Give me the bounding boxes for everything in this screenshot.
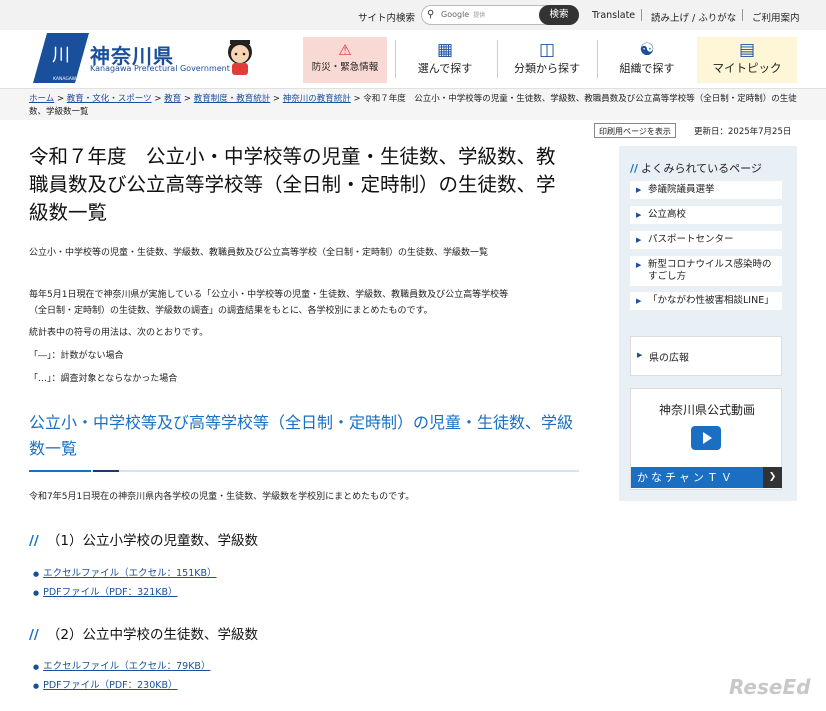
- breadcrumb-sep: >: [183, 94, 191, 104]
- video-channel-bar: かなチャンＴＶ: [631, 467, 763, 488]
- sidebar-item[interactable]: ▶ 公立高校: [630, 206, 782, 224]
- breadcrumb-link[interactable]: 神奈川の教育統計: [283, 94, 351, 104]
- intro-line-1: 毎年5月1日現在で神奈川県が実施している「公立小・中学校等の児童・生徒数、学級数…: [29, 290, 509, 300]
- breadcrumb-sep: >: [56, 94, 65, 104]
- download-link-excel[interactable]: ● エクセルファイル（エクセル：151KB）: [33, 565, 217, 579]
- download-link-pdf[interactable]: ● PDFファイル（PDF：230KB）: [33, 677, 178, 691]
- sidebar-item[interactable]: ▶ パスポートセンター: [630, 231, 782, 249]
- google-label: Google 提供: [441, 10, 486, 19]
- bullet-icon: ●: [33, 589, 40, 597]
- chevron-right-icon: ▶: [636, 211, 642, 219]
- site-search-label: サイト内検索: [358, 13, 416, 24]
- download-link-pdf[interactable]: ● PDFファイル（PDF：321KB）: [33, 584, 178, 598]
- chevron-right-icon: ▶: [636, 261, 642, 269]
- intro-line-2: （全日制・定時制）の生徒数、学級数の調査」の調査結果をもとに、各学校別にまとめた…: [29, 306, 433, 316]
- breadcrumb-sep: >: [353, 94, 361, 104]
- section-underline: [29, 470, 579, 472]
- excel-link[interactable]: エクセルファイル（エクセル：151KB）: [43, 568, 216, 579]
- divider: [742, 9, 743, 21]
- nav-emergency[interactable]: ⚠ 防災・緊急情報: [303, 37, 387, 83]
- kanagawa-logo-icon[interactable]: 川 KANAGAWA: [33, 33, 89, 83]
- breadcrumb-link[interactable]: 教育・文化・スポーツ: [67, 94, 152, 104]
- nav-org[interactable]: ☯ 組織で探す: [602, 37, 692, 83]
- nav-mytopic[interactable]: ▤ マイトピック: [697, 37, 797, 83]
- chevron-right-icon: ▶: [636, 236, 642, 244]
- divider: [395, 40, 396, 78]
- chevron-right-icon[interactable]: ❯: [763, 467, 782, 488]
- grid-check-icon: ▦: [436, 40, 454, 60]
- chevron-right-icon: ▶: [636, 186, 642, 194]
- svg-text:KANAGAWA: KANAGAWA: [53, 76, 80, 82]
- sidebar-heading: //よくみられているページ: [630, 162, 762, 175]
- chevron-right-icon: ▶: [637, 351, 643, 359]
- video-title: 神奈川県公式動画: [658, 403, 755, 417]
- divider: [597, 40, 598, 78]
- nav-mytopic-label: マイトピック: [712, 61, 782, 75]
- download-link-excel[interactable]: ● エクセルファイル（エクセル：79KB）: [33, 658, 210, 672]
- subsection-heading: //（2）公立中学校の生徒数、学級数: [29, 627, 258, 643]
- divider: [641, 9, 642, 21]
- breadcrumb-link[interactable]: 教育制度・教育統計: [194, 94, 271, 104]
- section-description: 令和7年5月1日現在の神奈川県内各学校の児童・生徒数、学級数を学校別にまとめたも…: [29, 492, 415, 502]
- page-title: 令和７年度 公立小・中学校等の児童・生徒数、学級数、教職員数及び公立高等学校等（…: [29, 145, 556, 224]
- excel-link[interactable]: エクセルファイル（エクセル：79KB）: [43, 661, 210, 672]
- nav-org-label: 組織で探す: [619, 62, 675, 75]
- utility-bar: サイト内検索 ⚲ Google 提供 検索 Translate 読み上げ / ふり…: [0, 0, 826, 30]
- hierarchy-icon: ◫: [538, 40, 556, 60]
- search-button[interactable]: 検索: [539, 5, 579, 25]
- breadcrumb-link[interactable]: 教育: [164, 94, 181, 104]
- document-icon: ▤: [738, 40, 756, 60]
- sidebar-item[interactable]: ▶ 「かながわ性被害相談LINE」: [630, 292, 782, 310]
- subsection-heading: //（1）公立小学校の児童数、学級数: [29, 533, 258, 549]
- section-heading: 公立小・中学校等及び高等学校等（全日制・定時制）の児童・生徒数、学級数一覧: [29, 413, 574, 458]
- summary-text: 公立小・中学校等の児童・生徒数、学級数、教職員数及び公立高等学校（全日制・定時制…: [29, 248, 489, 258]
- nav-emergency-label: 防災・緊急情報: [311, 62, 379, 73]
- breadcrumb-trail: ホーム > 教育・文化・スポーツ > 教育 > 教育制度・教育統計 > 神奈川の…: [29, 93, 799, 119]
- warning-icon: ⚠: [338, 41, 352, 59]
- sidebar-item[interactable]: ▶ 新型コロナウイルス感染時のすごし方: [630, 256, 782, 286]
- divider: [497, 40, 498, 78]
- chevron-right-icon: ▶: [636, 297, 642, 305]
- pdf-link[interactable]: PDFファイル（PDF：321KB）: [43, 587, 177, 598]
- print-button[interactable]: 印刷用ページを表示: [594, 123, 676, 138]
- koho-link[interactable]: ▶ 県の広報: [630, 336, 782, 376]
- read-aloud-link[interactable]: 読み上げ / ふりがな: [651, 10, 736, 24]
- site-logo-subtitle: Kanagawa Prefectural Government: [90, 64, 230, 73]
- breadcrumb-sep: >: [272, 94, 281, 104]
- nav-choose-label: 選んで探す: [417, 62, 473, 75]
- nav-category[interactable]: ◫ 分類から探す: [502, 37, 592, 83]
- svg-text:川: 川: [52, 45, 70, 66]
- intro-line-4: 「―」：計数がない場合: [29, 351, 124, 361]
- breadcrumb-sep: >: [154, 94, 162, 104]
- intro-line-3: 統計表中の符号の用法は、次のとおりです。: [29, 328, 209, 338]
- official-video-banner[interactable]: 神奈川県公式動画 かなチャンＴＶ ❯: [630, 388, 782, 490]
- bullet-icon: ●: [33, 663, 40, 671]
- guide-link[interactable]: ご利用案内: [752, 10, 800, 24]
- slash-icon: //: [630, 162, 639, 175]
- search-icon: ⚲: [427, 9, 435, 20]
- updated-date: 更新日：2025年7月25日: [694, 127, 792, 137]
- mascot-icon: [228, 40, 252, 75]
- nav-category-label: 分類から探す: [514, 62, 580, 75]
- translate-link[interactable]: Translate: [592, 10, 635, 21]
- bullet-icon: ●: [33, 682, 40, 690]
- watermark: ReseEd: [729, 675, 811, 699]
- sidebar-item[interactable]: ▶ 参議院議員選挙: [630, 181, 782, 199]
- slash-icon: //: [29, 627, 39, 643]
- breadcrumb-link[interactable]: ホーム: [29, 94, 54, 104]
- pdf-link[interactable]: PDFファイル（PDF：230KB）: [43, 680, 177, 691]
- play-icon[interactable]: [691, 426, 721, 450]
- intro-line-5: 「…」：調査対象とならなかった場合: [29, 374, 178, 384]
- breadcrumb: ホーム > 教育・文化・スポーツ > 教育 > 教育制度・教育統計 > 神奈川の…: [0, 88, 826, 120]
- slash-icon: //: [29, 533, 39, 549]
- bullet-icon: ●: [33, 570, 40, 578]
- org-chart-icon: ☯: [639, 40, 655, 60]
- nav-choose[interactable]: ▦ 選んで探す: [400, 37, 490, 83]
